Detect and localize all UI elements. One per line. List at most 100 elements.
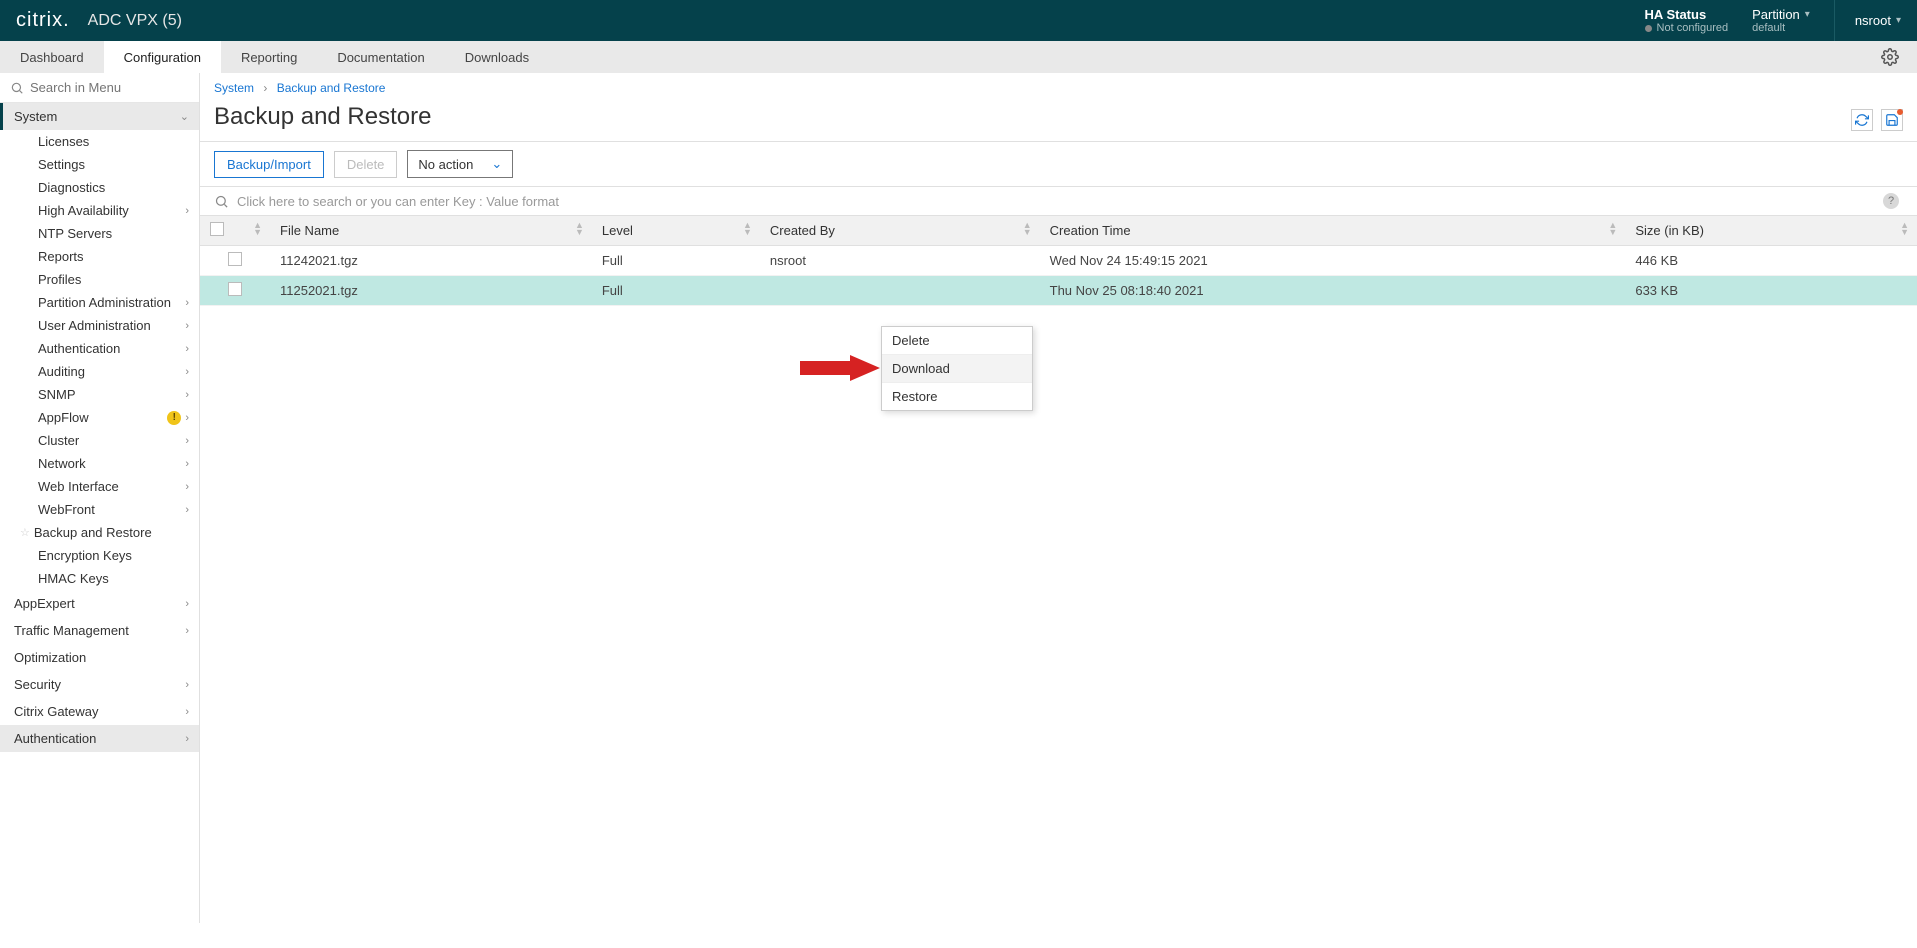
sidebar-item-web-interface[interactable]: Web Interface › [0,475,199,498]
sidebar-item-diagnostics[interactable]: Diagnostics [0,176,199,199]
sidebar-item-label: Web Interface [38,479,119,494]
backup-table: ▲▼ File Name▲▼ Level▲▼ Created By▲▼ Crea… [200,216,1917,306]
chevron-right-icon: › [185,205,189,217]
sidebar-item-label: Licenses [38,134,89,149]
cell-filename: 11252021.tgz [270,276,592,306]
chevron-down-icon: ⌄ [180,110,189,123]
col-filename[interactable]: File Name▲▼ [270,216,592,246]
context-restore[interactable]: Restore [882,383,1032,410]
cell-time: Wed Nov 24 15:49:15 2021 [1040,246,1626,276]
content-area: System › Backup and Restore Backup and R… [200,73,1917,923]
sidebar-item-settings[interactable]: Settings [0,153,199,176]
context-download[interactable]: Download [882,355,1032,383]
sidebar-item-encryption-keys[interactable]: Encryption Keys [0,544,199,567]
chevron-down-icon: ⌄ [491,156,502,172]
sidebar-item-ntp-servers[interactable]: NTP Servers [0,222,199,245]
sidebar-item-partition-administration[interactable]: Partition Administration› [0,291,199,314]
tab-dashboard[interactable]: Dashboard [0,41,104,73]
chevron-right-icon: › [185,320,189,332]
tab-configuration[interactable]: Configuration [104,41,221,73]
sidebar-item-network[interactable]: Network› [0,452,199,475]
breadcrumb: System › Backup and Restore [200,73,1917,99]
alert-badge-icon: ! [167,411,181,425]
sidebar-item-backup-and-restore[interactable]: ☆Backup and Restore [0,521,199,544]
sidebar-item-traffic-management[interactable]: Traffic Management› [0,617,199,644]
tab-documentation[interactable]: Documentation [317,41,444,73]
sidebar-item-label: HMAC Keys [38,571,109,586]
sidebar-item-user-administration[interactable]: User Administration › [0,314,199,337]
sidebar-item-authentication[interactable]: Authentication› [0,725,199,752]
table-search-bar: Click here to search or you can enter Ke… [200,187,1917,216]
save-config-button[interactable] [1881,109,1903,131]
ha-status-label: HA Status [1645,7,1729,22]
sidebar-item-label: Backup and Restore [34,525,152,540]
chevron-right-icon: › [185,504,189,516]
breadcrumb-current[interactable]: Backup and Restore [277,81,386,95]
tab-reporting[interactable]: Reporting [221,41,317,73]
sidebar-item-profiles[interactable]: Profiles [0,268,199,291]
table-row[interactable]: 11242021.tgz Full nsroot Wed Nov 24 15:4… [200,246,1917,276]
annotation-arrow-icon [800,355,880,381]
ha-status-block: HA Status Not configured [1645,7,1729,34]
breadcrumb-root[interactable]: System [214,81,254,95]
chevron-right-icon: › [185,412,189,424]
col-creationtime[interactable]: Creation Time▲▼ [1040,216,1626,246]
checkbox-all[interactable] [210,222,224,236]
sidebar-item-licenses[interactable]: Licenses [0,130,199,153]
sidebar-item-high-availability[interactable]: High Availability› [0,199,199,222]
sidebar-item-auditing[interactable]: Auditing› [0,360,199,383]
sidebar-item-authentication[interactable]: Authentication› [0,337,199,360]
sidebar-item-appexpert[interactable]: AppExpert› [0,590,199,617]
search-icon [10,81,24,95]
chevron-right-icon: › [185,598,189,610]
row-checkbox[interactable] [228,252,242,266]
sidebar-item-webfront[interactable]: WebFront› [0,498,199,521]
sidebar-item-label: SNMP [38,387,76,402]
partition-block[interactable]: Partition▾ default [1752,7,1810,34]
refresh-button[interactable] [1851,109,1873,131]
chevron-right-icon: › [185,481,189,493]
tab-downloads[interactable]: Downloads [445,41,549,73]
user-menu[interactable]: nsroot ▾ [1834,0,1901,41]
col-level[interactable]: Level▲▼ [592,216,760,246]
gear-icon[interactable] [1881,48,1899,66]
sidebar-item-hmac-keys[interactable]: HMAC Keys [0,567,199,590]
cell-createdby: nsroot [760,246,1040,276]
sidebar-item-label: Profiles [38,272,81,287]
sidebar-item-snmp[interactable]: SNMP› [0,383,199,406]
backup-import-button[interactable]: Backup/Import [214,151,324,178]
sidebar-item-security[interactable]: Security› [0,671,199,698]
sidebar-search-input[interactable] [30,80,180,95]
sidebar-item-label: User Administration [38,318,151,333]
sidebar-item-citrix-gateway[interactable]: Citrix Gateway› [0,698,199,725]
cell-size: 633 KB [1625,276,1917,306]
sidebar-item-label: Traffic Management [14,623,129,638]
chevron-right-icon: › [185,679,189,691]
delete-button: Delete [334,151,398,178]
sidebar-section-system[interactable]: System ⌄ [0,103,199,130]
col-createdby[interactable]: Created By▲▼ [760,216,1040,246]
sidebar-item-label: Diagnostics [38,180,105,195]
sidebar-item-label: Cluster [38,433,79,448]
sidebar-item-cluster[interactable]: Cluster › [0,429,199,452]
sidebar-item-reports[interactable]: Reports [0,245,199,268]
ha-status-value: Not configured [1657,22,1729,34]
cell-createdby [760,276,1040,306]
partition-value: default [1752,22,1810,34]
col-size[interactable]: Size (in KB)▲▼ [1625,216,1917,246]
sidebar-item-appflow[interactable]: AppFlow!› [0,406,199,429]
sidebar-item-optimization[interactable]: Optimization [0,644,199,671]
table-search-placeholder[interactable]: Click here to search or you can enter Ke… [237,194,559,209]
chevron-right-icon: › [185,435,189,447]
help-icon[interactable]: ? [1883,193,1899,209]
cell-size: 446 KB [1625,246,1917,276]
sidebar: System ⌄ Licenses Settings Diagnostics High… [0,73,200,923]
no-action-dropdown[interactable]: No action ⌄ [407,150,513,178]
sidebar-search[interactable] [0,73,199,103]
context-delete[interactable]: Delete [882,327,1032,355]
sidebar-item-label: NTP Servers [38,226,112,241]
sidebar-item-label: Partition Administration [38,295,171,310]
table-row[interactable]: 11252021.tgz Full Thu Nov 25 08:18:40 20… [200,276,1917,306]
sidebar-item-label: Settings [38,157,85,172]
row-checkbox[interactable] [228,282,242,296]
